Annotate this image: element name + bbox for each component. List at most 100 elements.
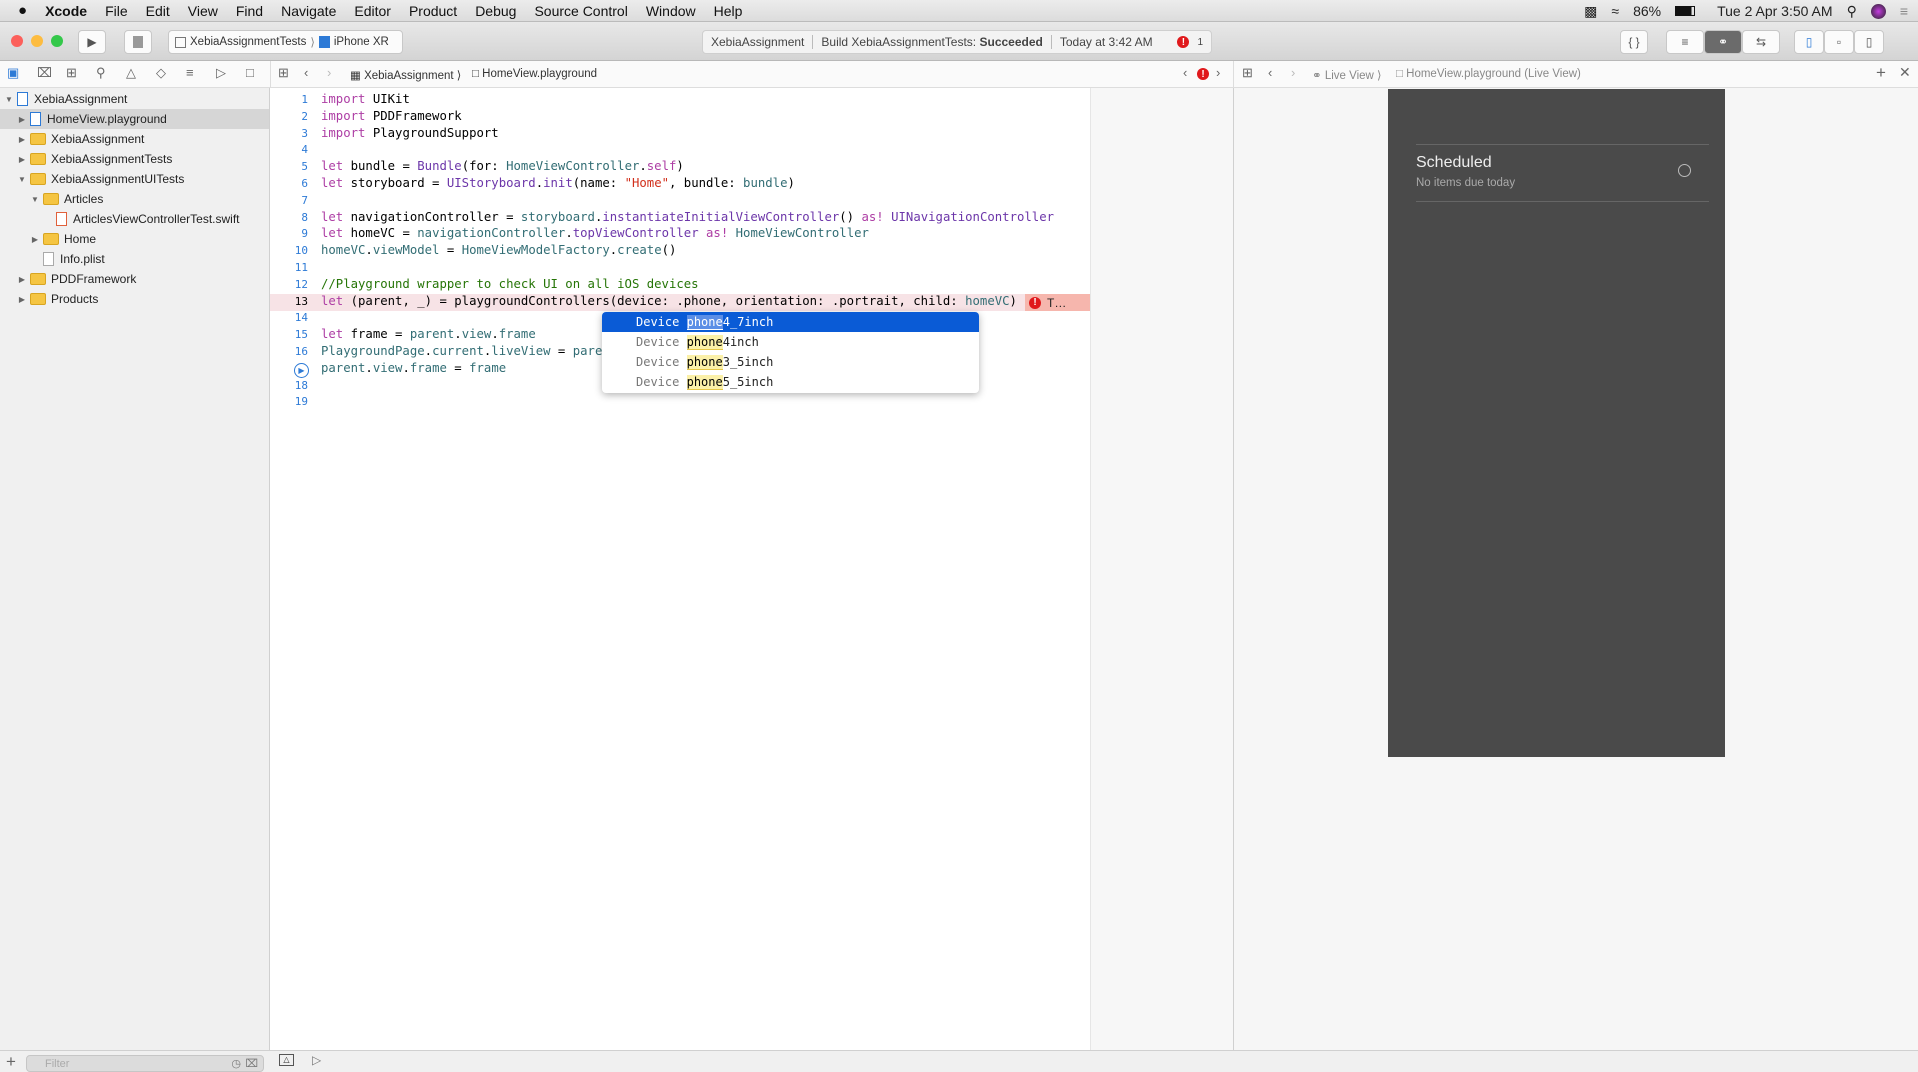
vpn-icon[interactable]: ▩ [1584, 3, 1597, 20]
add-file-icon[interactable]: + [6, 1052, 16, 1072]
line-number[interactable]: 10 [272, 242, 308, 259]
line-number[interactable]: 14 [272, 309, 308, 326]
code-line[interactable]: let bundle = Bundle(for: HomeViewControl… [321, 158, 684, 175]
standard-editor-button[interactable]: ≡ [1666, 30, 1704, 54]
menu-edit[interactable]: Edit [137, 3, 179, 19]
run-to-line-icon[interactable]: ▶ [294, 363, 309, 378]
notification-center-icon[interactable]: ≡ [1900, 3, 1908, 19]
code-line[interactable]: let homeVC = navigationController.topVie… [321, 225, 869, 242]
line-number[interactable]: 19 [272, 393, 308, 410]
symbol-navigator-icon[interactable]: ⊞ [66, 65, 77, 81]
code-line[interactable]: PlaygroundPage.current.liveView = pare [321, 343, 602, 360]
navigator-item[interactable]: ▼ XebiaAssignmentUITests [0, 169, 269, 189]
line-number[interactable]: 4 [272, 141, 308, 158]
toggle-inspector-button[interactable]: ▯ [1854, 30, 1884, 54]
live-related-items-icon[interactable]: ⊞ [1242, 65, 1253, 81]
assistant-editor-button[interactable]: ⚭ [1704, 30, 1742, 54]
code-line[interactable]: let (parent, _) = playgroundControllers(… [321, 293, 1017, 310]
line-number[interactable]: 8 [272, 209, 308, 226]
menu-window[interactable]: Window [637, 3, 705, 19]
error-icon[interactable]: ! [1177, 36, 1190, 48]
code-line[interactable]: import UIKit [321, 91, 410, 108]
disclosure-collapsed-icon[interactable]: ▶ [30, 235, 40, 244]
clock[interactable]: Tue 2 Apr 3:50 AM [1717, 3, 1832, 19]
menu-product[interactable]: Product [400, 3, 466, 19]
menu-file[interactable]: File [96, 3, 137, 19]
code-line[interactable]: parent.view.frame = frame [321, 360, 506, 377]
code-line[interactable]: let navigationController = storyboard.in… [321, 209, 1054, 226]
navigator-item[interactable]: ▶ HomeView.playground [0, 109, 269, 129]
test-navigator-icon[interactable]: ◇ [156, 65, 166, 81]
navigator-item[interactable]: Info.plist [0, 249, 269, 269]
menu-view[interactable]: View [179, 3, 227, 19]
battery-icon[interactable] [1675, 6, 1696, 16]
issue-error-icon[interactable]: ! [1197, 68, 1209, 80]
disclosure-collapsed-icon[interactable]: ▶ [17, 275, 27, 284]
code-line[interactable]: import PlaygroundSupport [321, 125, 499, 142]
code-line[interactable]: homeVC.viewModel = HomeViewModelFactory.… [321, 242, 676, 259]
menu-debug[interactable]: Debug [466, 3, 525, 19]
disclosure-collapsed-icon[interactable]: ▶ [17, 135, 27, 144]
execute-playground-icon[interactable]: ▷ [312, 1053, 321, 1067]
menu-app[interactable]: Xcode [36, 3, 96, 19]
menu-source-control[interactable]: Source Control [525, 3, 636, 19]
autocomplete-item[interactable]: Device phone 3_5inch [602, 352, 979, 372]
code-line[interactable]: let frame = parent.view.frame [321, 326, 536, 343]
navigator-item[interactable]: ArticlesViewControllerTest.swift [0, 209, 269, 229]
disclosure-expanded-icon[interactable]: ▼ [4, 95, 14, 104]
related-items-icon[interactable]: ⊞ [278, 65, 289, 81]
zoom-window-button[interactable] [51, 35, 63, 47]
hide-debug-area-icon[interactable]: △ [279, 1054, 294, 1066]
back-icon[interactable]: ‹ [304, 65, 308, 80]
navigator-item[interactable]: ▶ XebiaAssignment [0, 129, 269, 149]
breakpoint-navigator-icon[interactable]: ▷ [216, 65, 226, 81]
line-number[interactable]: 6 [272, 175, 308, 192]
toggle-navigator-button[interactable]: ▯ [1794, 30, 1824, 54]
navigator-item[interactable]: ▼ Articles [0, 189, 269, 209]
line-number[interactable]: 2 [272, 108, 308, 125]
live-jump-bar-section[interactable]: ⚭ Live View ⟩ [1312, 68, 1382, 82]
apple-menu-icon[interactable]: ● [0, 2, 36, 19]
line-number[interactable]: 13 [272, 293, 308, 310]
navigator-filter-input[interactable]: Filter ◷ ⌧ [26, 1055, 264, 1072]
source-control-filter-icon[interactable]: ⌧ [245, 1057, 258, 1070]
version-editor-button[interactable]: ⇆ [1742, 30, 1780, 54]
line-number[interactable]: 7 [272, 192, 308, 209]
scheme-selector[interactable]: XebiaAssignmentTests ⟩ iPhone XR [168, 30, 403, 54]
code-line[interactable]: let storyboard = UIStoryboard.init(name:… [321, 175, 795, 192]
disclosure-collapsed-icon[interactable]: ▶ [17, 115, 27, 124]
line-number[interactable]: 3 [272, 125, 308, 142]
battery-percent[interactable]: 86% [1633, 3, 1661, 19]
line-number[interactable]: 16 [272, 343, 308, 360]
jump-bar-project[interactable]: ▦ XebiaAssignment ⟩ [350, 68, 461, 82]
line-number[interactable]: 15 [272, 326, 308, 343]
navigator-item[interactable]: ▶ XebiaAssignmentTests [0, 149, 269, 169]
menu-navigate[interactable]: Navigate [272, 3, 345, 19]
wifi-icon[interactable]: ≈ [1611, 3, 1619, 19]
jump-bar-file[interactable]: □ HomeView.playground [472, 68, 597, 80]
navigator-item[interactable]: ▶ Products [0, 289, 269, 309]
autocomplete-item[interactable]: Device phone 4inch [602, 332, 979, 352]
live-view-device[interactable]: Scheduled No items due today [1388, 89, 1725, 757]
previous-issue-icon[interactable]: ‹ [1183, 65, 1187, 80]
autocomplete-item[interactable]: Device phone 4_7inch [602, 312, 979, 332]
recent-files-icon[interactable]: ◷ [231, 1057, 241, 1070]
line-number[interactable]: 1 [272, 91, 308, 108]
library-button[interactable]: { } [1620, 30, 1648, 54]
live-forward-icon[interactable]: › [1291, 65, 1295, 80]
navigator-item[interactable]: ▼ XebiaAssignment [0, 89, 269, 109]
close-window-button[interactable] [11, 35, 23, 47]
disclosure-expanded-icon[interactable]: ▼ [17, 175, 27, 184]
spotlight-icon[interactable]: ⚲ [1847, 3, 1857, 20]
disclosure-expanded-icon[interactable]: ▼ [30, 195, 40, 204]
add-editor-icon[interactable]: + [1876, 63, 1886, 83]
line-number[interactable]: 18 [272, 377, 308, 394]
line-number[interactable]: 9 [272, 225, 308, 242]
forward-icon[interactable]: › [327, 65, 331, 80]
menu-find[interactable]: Find [227, 3, 272, 19]
error-annotation[interactable]: ! T… [1025, 294, 1090, 311]
menu-editor[interactable]: Editor [345, 3, 400, 19]
error-count[interactable]: 1 [1197, 37, 1203, 48]
navigator-item[interactable]: ▶ Home [0, 229, 269, 249]
stop-button[interactable] [124, 30, 152, 54]
